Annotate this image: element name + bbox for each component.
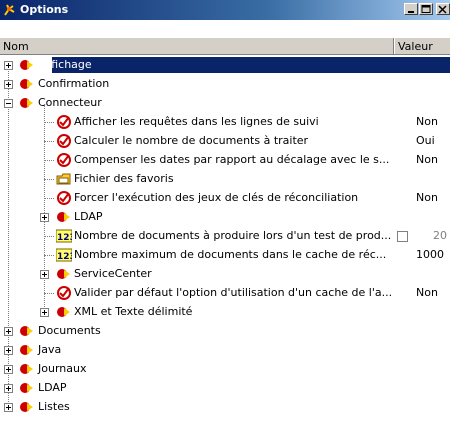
expand-toggle[interactable] bbox=[4, 327, 13, 336]
tree-item-label: XML et Texte délimité bbox=[74, 305, 193, 318]
expand-toggle[interactable] bbox=[4, 61, 13, 70]
minimize-icon bbox=[408, 11, 414, 13]
boolean-option-icon bbox=[57, 191, 71, 205]
tree-item-journaux[interactable]: Journaux bbox=[0, 360, 450, 379]
option-label: Compenser les dates par rapport au décal… bbox=[74, 153, 390, 166]
tree-item-label: Listes bbox=[38, 400, 70, 413]
numeric-option-icon: 123 bbox=[56, 229, 72, 243]
minimize-button[interactable] bbox=[404, 3, 418, 15]
folder-category-icon bbox=[57, 212, 70, 222]
tree-item-label: Connecteur bbox=[38, 96, 102, 109]
close-button[interactable] bbox=[436, 3, 450, 15]
expand-toggle[interactable] bbox=[4, 403, 13, 412]
tree-item-ldap-sub[interactable]: LDAP bbox=[0, 208, 450, 227]
option-label: Afficher les requêtes dans les lignes de… bbox=[74, 115, 319, 128]
option-label: Forcer l'exécution des jeux de clés de r… bbox=[74, 191, 359, 204]
folder-category-icon bbox=[20, 326, 33, 336]
tree-item-label: ServiceCenter bbox=[74, 267, 152, 280]
window-title: Options bbox=[20, 3, 69, 16]
tree-item-label: Confirmation bbox=[38, 77, 110, 90]
option-value[interactable]: 20 bbox=[433, 229, 447, 242]
options-app-icon bbox=[4, 4, 15, 16]
tree-item-ldap[interactable]: LDAP bbox=[0, 379, 450, 398]
expand-toggle[interactable] bbox=[4, 365, 13, 374]
boolean-option-icon bbox=[57, 134, 71, 148]
tree-item-java[interactable]: Java bbox=[0, 341, 450, 360]
option-row[interactable]: Calculer le nombre de documents à traite… bbox=[0, 132, 450, 151]
collapse-toggle[interactable] bbox=[4, 99, 13, 108]
column-name-header[interactable]: Nom bbox=[3, 40, 29, 53]
option-row[interactable]: Fichier des favoris bbox=[0, 170, 450, 189]
boolean-option-icon bbox=[57, 115, 71, 129]
folder-category-icon bbox=[20, 345, 33, 355]
expand-toggle[interactable] bbox=[40, 270, 49, 279]
option-row[interactable]: Valider par défaut l'option d'utilisatio… bbox=[0, 284, 450, 303]
column-header: Nom Valeur bbox=[0, 37, 450, 55]
expand-toggle[interactable] bbox=[40, 308, 49, 317]
title-bar: Options bbox=[0, 0, 450, 20]
expand-toggle[interactable] bbox=[40, 213, 49, 222]
folder-category-icon bbox=[20, 79, 33, 89]
option-row[interactable]: Compenser les dates par rapport au décal… bbox=[0, 151, 450, 170]
column-separator[interactable] bbox=[393, 38, 395, 54]
tree-item-label: Documents bbox=[38, 324, 101, 337]
folder-category-icon bbox=[57, 307, 70, 317]
tree-item-label: Affichage bbox=[40, 58, 92, 71]
maximize-icon bbox=[421, 5, 431, 13]
maximize-button[interactable] bbox=[419, 3, 433, 15]
tree-item-xml[interactable]: XML et Texte délimité bbox=[0, 303, 450, 322]
file-folder-icon bbox=[56, 173, 71, 185]
option-value[interactable]: Non bbox=[416, 115, 438, 128]
folder-category-icon bbox=[20, 60, 33, 70]
option-label: Nombre de documents à produire lors d'un… bbox=[74, 229, 392, 242]
tree-item-label: LDAP bbox=[74, 210, 103, 223]
tree-item-connecteur[interactable]: Connecteur bbox=[0, 94, 450, 113]
option-row[interactable]: Forcer l'exécution des jeux de clés de r… bbox=[0, 189, 450, 208]
folder-category-icon bbox=[20, 364, 33, 374]
options-tree: Affichage Confirmation Connecteur Affich… bbox=[0, 56, 450, 421]
tree-item-label: Java bbox=[38, 343, 62, 356]
folder-category-icon bbox=[20, 383, 33, 393]
option-value[interactable]: Non bbox=[416, 191, 438, 204]
option-label: Calculer le nombre de documents à traite… bbox=[74, 134, 309, 147]
option-row[interactable]: 123 Nombre maximum de documents dans le … bbox=[0, 246, 450, 265]
folder-category-icon bbox=[20, 98, 33, 108]
svg-text:123: 123 bbox=[57, 252, 72, 262]
tree-item-documents[interactable]: Documents bbox=[0, 322, 450, 341]
tree-item-label: LDAP bbox=[38, 381, 67, 394]
folder-category-icon bbox=[57, 269, 70, 279]
boolean-option-icon bbox=[57, 286, 71, 300]
expand-toggle[interactable] bbox=[4, 346, 13, 355]
column-value-header[interactable]: Valeur bbox=[398, 40, 433, 53]
numeric-option-icon: 123 bbox=[56, 248, 72, 262]
expand-toggle[interactable] bbox=[4, 384, 13, 393]
tree-item-listes[interactable]: Listes bbox=[0, 398, 450, 417]
tree-item-confirmation[interactable]: Confirmation bbox=[0, 75, 450, 94]
option-label: Valider par défaut l'option d'utilisatio… bbox=[74, 286, 393, 299]
option-value[interactable]: Non bbox=[416, 153, 438, 166]
option-label: Nombre maximum de documents dans le cach… bbox=[74, 248, 387, 261]
tree-item-label: Journaux bbox=[38, 362, 87, 375]
boolean-option-icon bbox=[57, 153, 71, 167]
option-value[interactable]: Oui bbox=[416, 134, 435, 147]
option-row[interactable]: 123 Nombre de documents à produire lors … bbox=[0, 227, 450, 246]
svg-text:123: 123 bbox=[57, 233, 72, 243]
option-value[interactable]: 1000 bbox=[416, 248, 444, 261]
close-icon bbox=[438, 5, 447, 14]
option-row[interactable]: Afficher les requêtes dans les lignes de… bbox=[0, 113, 450, 132]
option-label: Fichier des favoris bbox=[74, 172, 174, 185]
folder-category-icon bbox=[20, 402, 33, 412]
expand-toggle[interactable] bbox=[4, 80, 13, 89]
option-checkbox[interactable] bbox=[397, 231, 408, 242]
option-value[interactable]: Non bbox=[416, 286, 438, 299]
tree-item-affichage[interactable]: Affichage bbox=[0, 56, 450, 75]
tree-item-servicecenter[interactable]: ServiceCenter bbox=[0, 265, 450, 284]
